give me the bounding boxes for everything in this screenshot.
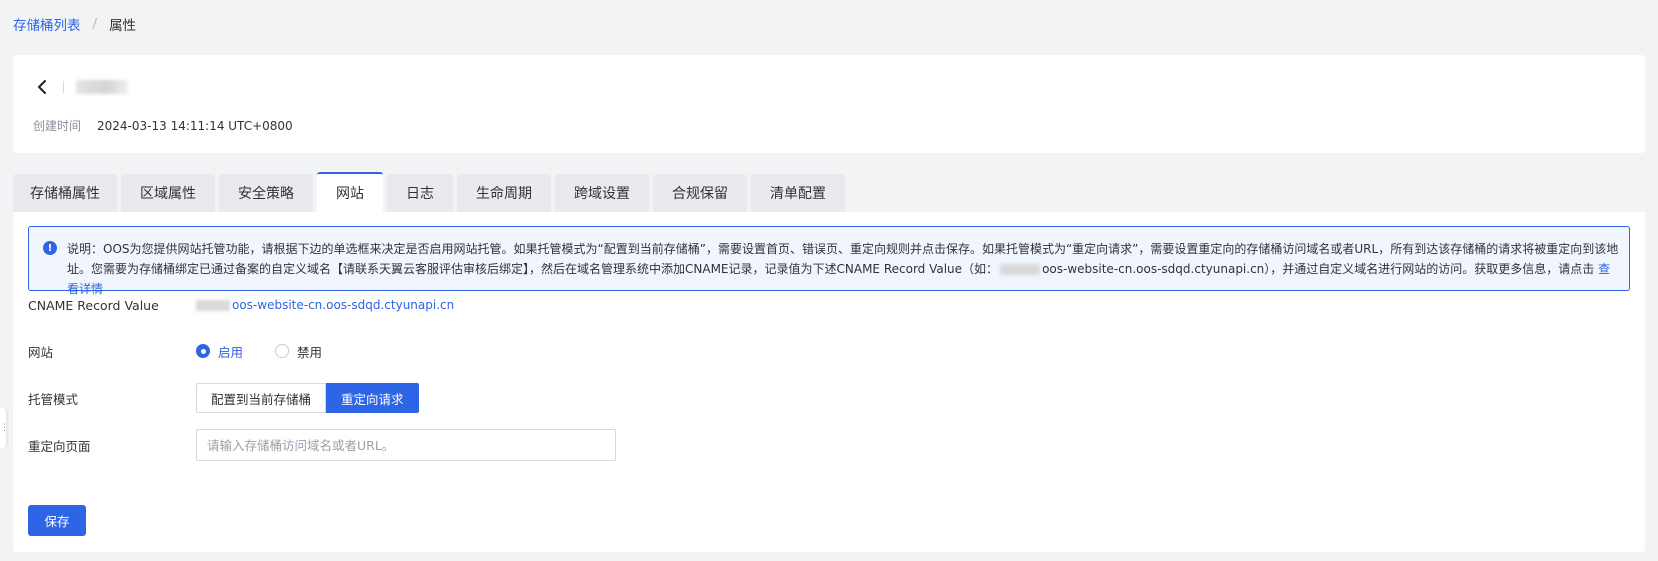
cname-label: CNAME Record Value <box>28 297 159 313</box>
created-time-row: 创建时间 2024-03-13 14:11:14 UTC+0800 <box>33 117 293 134</box>
website-enable-radio[interactable]: 启用 <box>196 342 243 361</box>
redacted-prefix <box>1000 264 1041 275</box>
tab-region-properties[interactable]: 区域属性 <box>121 174 215 212</box>
bucket-name-redacted <box>76 80 128 94</box>
hosting-mode-label: 托管模式 <box>28 391 79 407</box>
hosting-mode-row: 托管模式 配置到当前存储桶 重定向请求 <box>28 383 419 413</box>
website-disable-radio[interactable]: 禁用 <box>275 342 322 361</box>
radio-checked-icon <box>196 344 210 358</box>
website-settings-card: 存储桶属性 区域属性 安全策略 网站 日志 生命周期 跨域设置 合规保留 清单配… <box>13 172 1645 552</box>
website-toggle-row: 网站 启用 禁用 <box>28 342 354 360</box>
breadcrumb-separator: / <box>92 16 98 32</box>
website-label: 网站 <box>28 344 54 360</box>
bucket-title-row <box>33 77 128 97</box>
breadcrumb: 存储桶列表 / 属性 <box>13 14 136 34</box>
mode-current-bucket-button[interactable]: 配置到当前存储桶 <box>196 383 327 413</box>
tab-security-policy[interactable]: 安全策略 <box>219 174 313 212</box>
tab-logs[interactable]: 日志 <box>387 174 453 212</box>
side-collapse-handle[interactable]: ⋮ <box>0 408 9 448</box>
breadcrumb-current: 属性 <box>109 18 137 34</box>
save-button[interactable]: 保存 <box>28 505 86 536</box>
cname-value-text: oos-website-cn.oos-sdqd.ctyunapi.cn <box>232 298 455 312</box>
property-tabs: 存储桶属性 区域属性 安全策略 网站 日志 生命周期 跨域设置 合规保留 清单配… <box>13 172 1645 212</box>
mode-redirect-button[interactable]: 重定向请求 <box>326 383 419 413</box>
title-divider <box>63 81 64 93</box>
tab-website[interactable]: 网站 <box>317 172 383 212</box>
breadcrumb-bucket-list-link[interactable]: 存储桶列表 <box>13 14 81 34</box>
website-enable-label: 启用 <box>218 344 244 360</box>
bucket-header-card: 创建时间 2024-03-13 14:11:14 UTC+0800 <box>13 55 1645 153</box>
drag-handle-icon: ⋮ <box>0 423 9 433</box>
created-time-value: 2024-03-13 14:11:14 UTC+0800 <box>97 118 293 133</box>
radio-unchecked-icon <box>275 344 290 358</box>
redirect-url-input[interactable] <box>196 429 616 461</box>
notice-text-part2: oos-website-cn.oos-sdqd.ctyunapi.cn），并通过… <box>1042 262 1595 276</box>
cname-redacted-prefix <box>196 299 230 311</box>
tab-bucket-properties[interactable]: 存储桶属性 <box>13 174 117 212</box>
cname-row: CNAME Record Value oos-website-cn.oos-sd… <box>28 296 454 314</box>
redirect-page-label: 重定向页面 <box>28 438 91 454</box>
back-button[interactable] <box>33 77 51 97</box>
chevron-left-icon <box>38 80 46 94</box>
notice-text: 说明：OOS为您提供网站托管功能，请根据下边的单选框来决定是否启用网站托管。如果… <box>67 239 1619 299</box>
info-icon: ! <box>43 241 57 255</box>
website-disable-label: 禁用 <box>297 344 323 360</box>
tab-lifecycle[interactable]: 生命周期 <box>457 174 551 212</box>
redirect-page-row: 重定向页面 <box>28 429 616 461</box>
website-hosting-notice: ! 说明：OOS为您提供网站托管功能，请根据下边的单选框来决定是否启用网站托管。… <box>28 226 1630 296</box>
tab-inventory[interactable]: 清单配置 <box>751 174 845 212</box>
tab-cors[interactable]: 跨域设置 <box>555 174 649 212</box>
created-time-label: 创建时间 <box>33 119 82 133</box>
cname-value: oos-website-cn.oos-sdqd.ctyunapi.cn <box>196 298 454 312</box>
hosting-mode-segmented: 配置到当前存储桶 重定向请求 <box>196 383 419 413</box>
website-radio-group: 启用 禁用 <box>196 342 354 361</box>
tab-compliance-retention[interactable]: 合规保留 <box>653 174 747 212</box>
